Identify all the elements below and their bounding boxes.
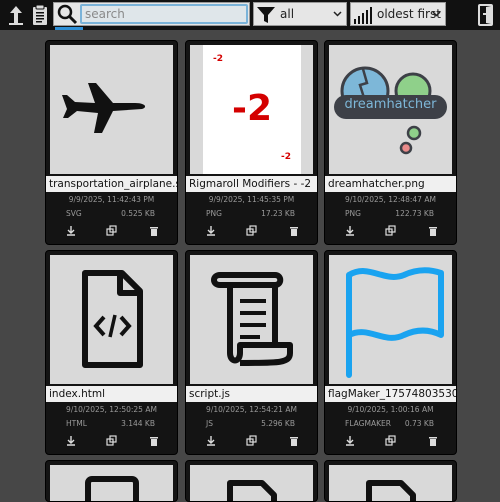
filter-value: all (280, 7, 295, 21)
window-icon (85, 476, 139, 501)
file-icon (227, 480, 277, 501)
download-icon[interactable] (344, 435, 356, 447)
file-thumbnail (329, 465, 452, 501)
file-name: flagMaker_1757480353083 (325, 386, 456, 402)
filter-select[interactable]: all (253, 2, 347, 26)
card-corner-label: -2 (213, 54, 223, 64)
card-corner-label: -2 (281, 152, 291, 162)
file-name: index.html (46, 386, 177, 402)
upload-button[interactable] (5, 4, 27, 26)
file-name: Rigmaroll Modifiers - -2 (186, 176, 317, 192)
clipboard-button[interactable] (29, 4, 51, 26)
trash-icon[interactable] (427, 435, 439, 447)
copy-icon[interactable] (385, 225, 397, 237)
download-icon[interactable] (65, 435, 77, 447)
file-date: 9/10/2025, 12:50:25 AM (66, 405, 157, 414)
exit-button[interactable] (474, 3, 498, 27)
file-actions (186, 435, 317, 449)
download-icon[interactable] (344, 225, 356, 237)
filter-icon (257, 7, 275, 23)
file-name: transportation_airplane.svg (46, 176, 177, 192)
file-actions (46, 225, 177, 239)
sort-icon (354, 7, 372, 24)
search-input[interactable] (80, 4, 248, 24)
upload-icon (9, 6, 23, 25)
file-card[interactable]: script.js 9/10/2025, 12:54:21 AM JS 5.29… (185, 250, 318, 455)
flag-icon (346, 267, 444, 378)
logo-wordmark: dreamhatcher (344, 97, 437, 112)
file-name: dreamhatcher.png (325, 176, 456, 192)
file-type: PNG (345, 209, 361, 218)
file-card[interactable]: transportation_airplane.svg 9/9/2025, 11… (45, 40, 178, 245)
file-type: JS (206, 419, 213, 428)
copy-icon[interactable] (246, 225, 258, 237)
search-box (53, 2, 250, 26)
copy-icon[interactable] (106, 435, 118, 447)
copy-icon[interactable] (246, 435, 258, 447)
trash-icon[interactable] (148, 225, 160, 237)
file-date: 9/9/2025, 11:45:35 PM (208, 195, 295, 204)
file-actions (46, 435, 177, 449)
chevron-down-icon (432, 11, 441, 17)
file-date: 9/10/2025, 12:54:21 AM (206, 405, 297, 414)
file-size: 17.23 KB (261, 209, 295, 218)
file-size: 5.296 KB (261, 419, 295, 428)
file-type: PNG (206, 209, 222, 218)
file-card[interactable] (185, 460, 318, 502)
file-thumbnail (190, 255, 313, 384)
file-size: 122.73 KB (395, 209, 434, 218)
file-thumbnail (50, 45, 173, 174)
file-actions (325, 225, 456, 239)
modifier-card-image: -2 -2 -2 (203, 45, 301, 174)
file-date: 9/10/2025, 1:00:16 AM (347, 405, 434, 414)
code-file-icon (82, 270, 143, 368)
file-card[interactable]: flagMaker_1757480353083 9/10/2025, 1:00:… (324, 250, 457, 455)
loading-progress-bar (55, 27, 83, 30)
file-type: FLAGMAKER (345, 419, 391, 428)
file-type: HTML (66, 419, 87, 428)
exit-door-icon (478, 4, 493, 26)
file-icon (366, 480, 416, 501)
file-card[interactable] (324, 460, 457, 502)
trash-icon[interactable] (427, 225, 439, 237)
file-thumbnail (50, 465, 173, 501)
file-card[interactable]: -2 -2 -2 Rigmaroll Modifiers - -2 9/9/20… (185, 40, 318, 245)
file-date: 9/9/2025, 11:42:43 PM (68, 195, 155, 204)
file-actions (325, 435, 456, 449)
sort-select[interactable]: oldest first (350, 2, 446, 26)
search-icon[interactable] (56, 4, 78, 25)
file-thumbnail (329, 255, 452, 384)
file-card[interactable]: dreamhatcher dreamhatcher.png 9/10/2025,… (324, 40, 457, 245)
copy-icon[interactable] (106, 225, 118, 237)
scroll-icon (211, 272, 293, 366)
download-icon[interactable] (65, 225, 77, 237)
copy-icon[interactable] (385, 435, 397, 447)
file-card[interactable]: index.html 9/10/2025, 12:50:25 AM HTML 3… (45, 250, 178, 455)
file-size: 3.144 KB (121, 419, 155, 428)
file-name: script.js (186, 386, 317, 402)
trash-icon[interactable] (148, 435, 160, 447)
file-size: 0.73 KB (404, 419, 434, 428)
trash-icon[interactable] (288, 435, 300, 447)
download-icon[interactable] (205, 435, 217, 447)
clipboard-icon (33, 4, 47, 25)
file-thumbnail (190, 465, 313, 501)
file-actions (186, 225, 317, 239)
top-toolbar: all oldest first (0, 0, 500, 30)
download-icon[interactable] (205, 225, 217, 237)
file-card[interactable] (45, 460, 178, 502)
file-type: SVG (66, 209, 82, 218)
chevron-down-icon (333, 11, 342, 17)
file-thumbnail: -2 -2 -2 (190, 45, 313, 174)
file-thumbnail (50, 255, 173, 384)
airplane-icon (62, 83, 146, 133)
file-date: 9/10/2025, 12:48:47 AM (345, 195, 436, 204)
file-size: 0.525 KB (121, 209, 155, 218)
card-value-label: -2 (232, 88, 272, 129)
trash-icon[interactable] (288, 225, 300, 237)
file-thumbnail: dreamhatcher (329, 45, 452, 174)
